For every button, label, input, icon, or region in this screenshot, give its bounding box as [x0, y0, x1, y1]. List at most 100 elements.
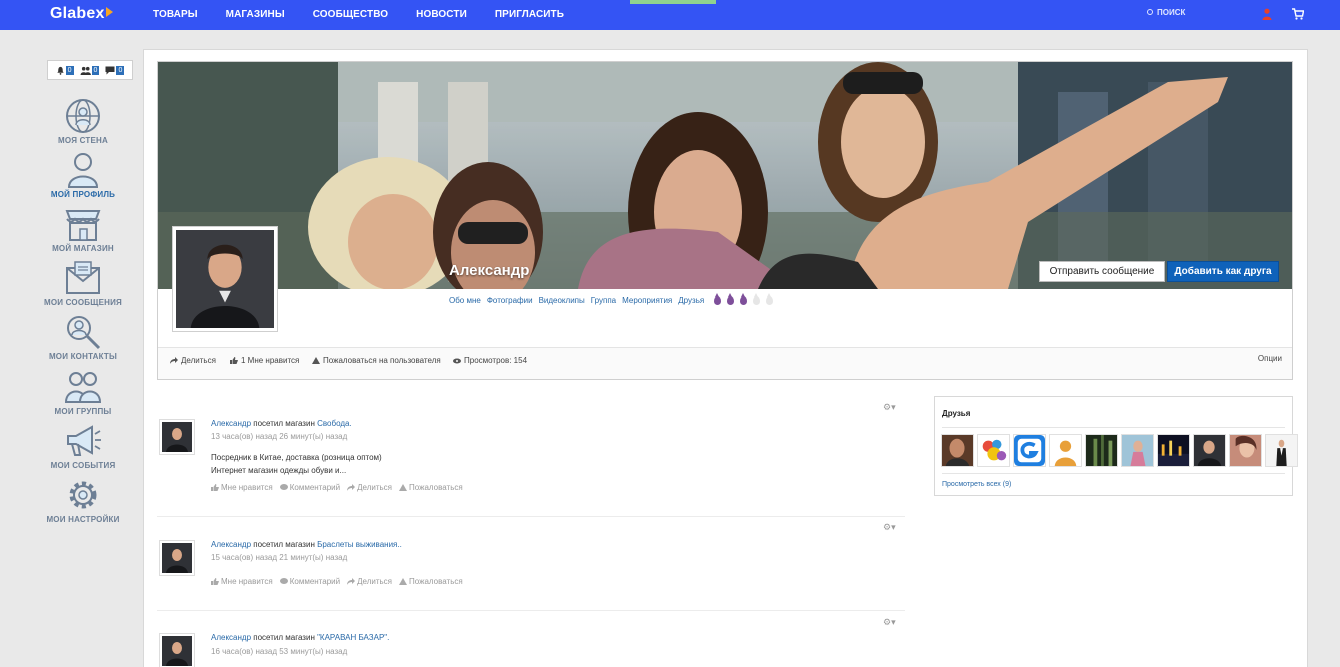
sidebar-item-profile[interactable]: МОЙ ПРОФИЛЬ [40, 151, 126, 199]
post-author-link[interactable]: Александр [211, 633, 251, 642]
post-shop-link[interactable]: "КАРАВАН БАЗАР". [317, 633, 389, 642]
report-label: Пожаловаться [409, 483, 463, 492]
contacts-search-icon [67, 316, 101, 350]
post-avatar[interactable] [159, 633, 195, 667]
sidebar-item-shop[interactable]: МОЙ МАГАЗИН [40, 205, 126, 253]
post-report-button[interactable]: Пожаловаться [399, 577, 463, 586]
comment-icon [279, 578, 288, 584]
send-message-button[interactable]: Отправить сообщение [1039, 261, 1165, 282]
friend-thumbnail[interactable] [1013, 434, 1046, 467]
friend-photo [1194, 435, 1225, 466]
bell-icon [56, 66, 64, 75]
sidebar-item-events[interactable]: МОИ СОБЫТИЯ [40, 422, 126, 470]
add-friend-button[interactable]: Добавить как друга [1167, 261, 1279, 282]
messages-count-badge: 0 [116, 65, 125, 75]
tab-videos[interactable]: Видеоклипы [539, 296, 585, 305]
report-user[interactable]: Пожаловаться на пользователя [312, 356, 441, 365]
nav-tab-indicator [630, 0, 716, 4]
tab-friends[interactable]: Друзья [678, 296, 704, 305]
post-settings-icon[interactable]: ⚙▾ [883, 522, 896, 533]
post-comment-button[interactable]: Комментарий [279, 483, 340, 492]
divider [942, 473, 1285, 474]
report-label: Пожаловаться на пользователя [323, 356, 441, 365]
sidebar-item-contacts[interactable]: МОИ КОНТАКТЫ [40, 313, 126, 361]
post-like-button[interactable]: Мне нравится [211, 577, 273, 586]
post-like-button[interactable]: Мне нравится [211, 483, 273, 492]
post-avatar[interactable] [159, 540, 195, 576]
share-profile[interactable]: Делиться [170, 356, 216, 365]
comment-label: Комментарий [289, 577, 341, 586]
friend-thumbnail[interactable] [1049, 434, 1082, 467]
friend-thumbnail[interactable] [1229, 434, 1262, 467]
globe-person-icon [66, 99, 100, 133]
tab-events[interactable]: Мероприятия [622, 296, 672, 305]
notifications-friends[interactable]: 0 [80, 65, 100, 75]
nav-item-products[interactable]: ТОВАРЫ [153, 9, 198, 20]
post-settings-icon[interactable]: ⚙▾ [883, 617, 896, 628]
views-count: Просмотров: 154 [453, 356, 527, 365]
share-icon [170, 357, 178, 364]
post-author-link[interactable]: Александр [211, 540, 251, 549]
post-avatar[interactable] [159, 419, 195, 455]
share-icon [347, 578, 356, 585]
share-label: Делиться [181, 356, 216, 365]
notifications-strip: 0 0 0 [47, 60, 133, 80]
profile-avatar[interactable] [172, 226, 278, 332]
sidebar-item-groups[interactable]: МОИ ГРУППЫ [40, 368, 126, 416]
post-verb: посетил магазин [253, 540, 315, 549]
sidebar-item-label: МОИ КОНТАКТЫ [48, 352, 118, 361]
rating-drop-empty-icon [753, 293, 761, 305]
options-button[interactable]: Опции [1258, 354, 1282, 363]
view-all-friends-link[interactable]: Просмотреть всех (9) [942, 481, 1011, 488]
post-author-link[interactable]: Александр [211, 419, 251, 428]
nav-item-community[interactable]: СООБЩЕСТВО [313, 9, 388, 20]
rating-drop-filled-icon [727, 293, 735, 305]
like-profile[interactable]: 1 Мне нравится [230, 356, 299, 365]
warning-icon [312, 357, 320, 364]
sidebar-item-wall[interactable]: МОЯ СТЕНА [40, 97, 126, 145]
like-label: Мне нравится [221, 577, 273, 586]
friend-thumbnail[interactable] [1085, 434, 1118, 467]
friend-thumbnail[interactable] [1193, 434, 1226, 467]
post-settings-icon[interactable]: ⚙▾ [883, 402, 896, 413]
friend-thumbnail[interactable] [977, 434, 1010, 467]
post-comment-button[interactable]: Комментарий [279, 577, 341, 586]
friends-icon [80, 66, 91, 75]
notifications-bell[interactable]: 0 [56, 65, 74, 75]
profile-actions-bar: Делиться 1 Мне нравится Пожаловаться на … [158, 347, 1292, 379]
nav-item-shops[interactable]: МАГАЗИНЫ [226, 9, 285, 20]
sidebar-item-label: МОЙ ПРОФИЛЬ [50, 190, 116, 199]
friend-thumbnail[interactable] [1121, 434, 1154, 467]
post-timestamp: 15 часа(ов) назад 21 минут(ы) назад [211, 553, 348, 562]
post-share-button[interactable]: Делиться [347, 577, 392, 586]
post-share-button[interactable]: Делиться [347, 483, 392, 492]
post-shop-link[interactable]: Браслеты выживания.. [317, 540, 402, 549]
share-icon [347, 484, 356, 491]
tab-group[interactable]: Группа [591, 296, 616, 305]
user-icon[interactable] [1262, 8, 1272, 20]
nav-item-invite[interactable]: ПРИГЛАСИТЬ [495, 9, 564, 20]
avatar-photo [162, 636, 192, 666]
divider [942, 427, 1285, 428]
notifications-messages[interactable]: 0 [105, 65, 125, 75]
friend-thumbnail[interactable] [1265, 434, 1298, 467]
sidebar-item-messages[interactable]: МОИ СООБЩЕНИЯ [40, 259, 126, 307]
post-shop-link[interactable]: Свобода. [317, 419, 352, 428]
nav-item-news[interactable]: НОВОСТИ [416, 9, 467, 20]
friend-photo [978, 435, 1009, 466]
post-verb: посетил магазин [253, 633, 315, 642]
cart-icon[interactable] [1292, 8, 1304, 20]
post-report-button[interactable]: Пожаловаться [399, 483, 463, 492]
friends-widget: Друзья Просмотреть всех (9) [934, 396, 1298, 496]
warning-icon [399, 484, 407, 491]
friend-thumbnail[interactable] [1157, 434, 1190, 467]
friend-photo [1014, 435, 1045, 466]
post-actions: Мне нравится Комментарий Делиться Пожало… [211, 483, 463, 492]
search-button[interactable]: ПОИСК [1147, 8, 1185, 17]
logo[interactable]: Glabex [50, 5, 113, 23]
tab-about[interactable]: Обо мне [449, 296, 481, 305]
sidebar-item-settings[interactable]: МОИ НАСТРОЙКИ [40, 476, 126, 524]
friend-thumbnail[interactable] [941, 434, 974, 467]
tab-photos[interactable]: Фотографии [487, 296, 533, 305]
warning-icon [399, 578, 407, 585]
